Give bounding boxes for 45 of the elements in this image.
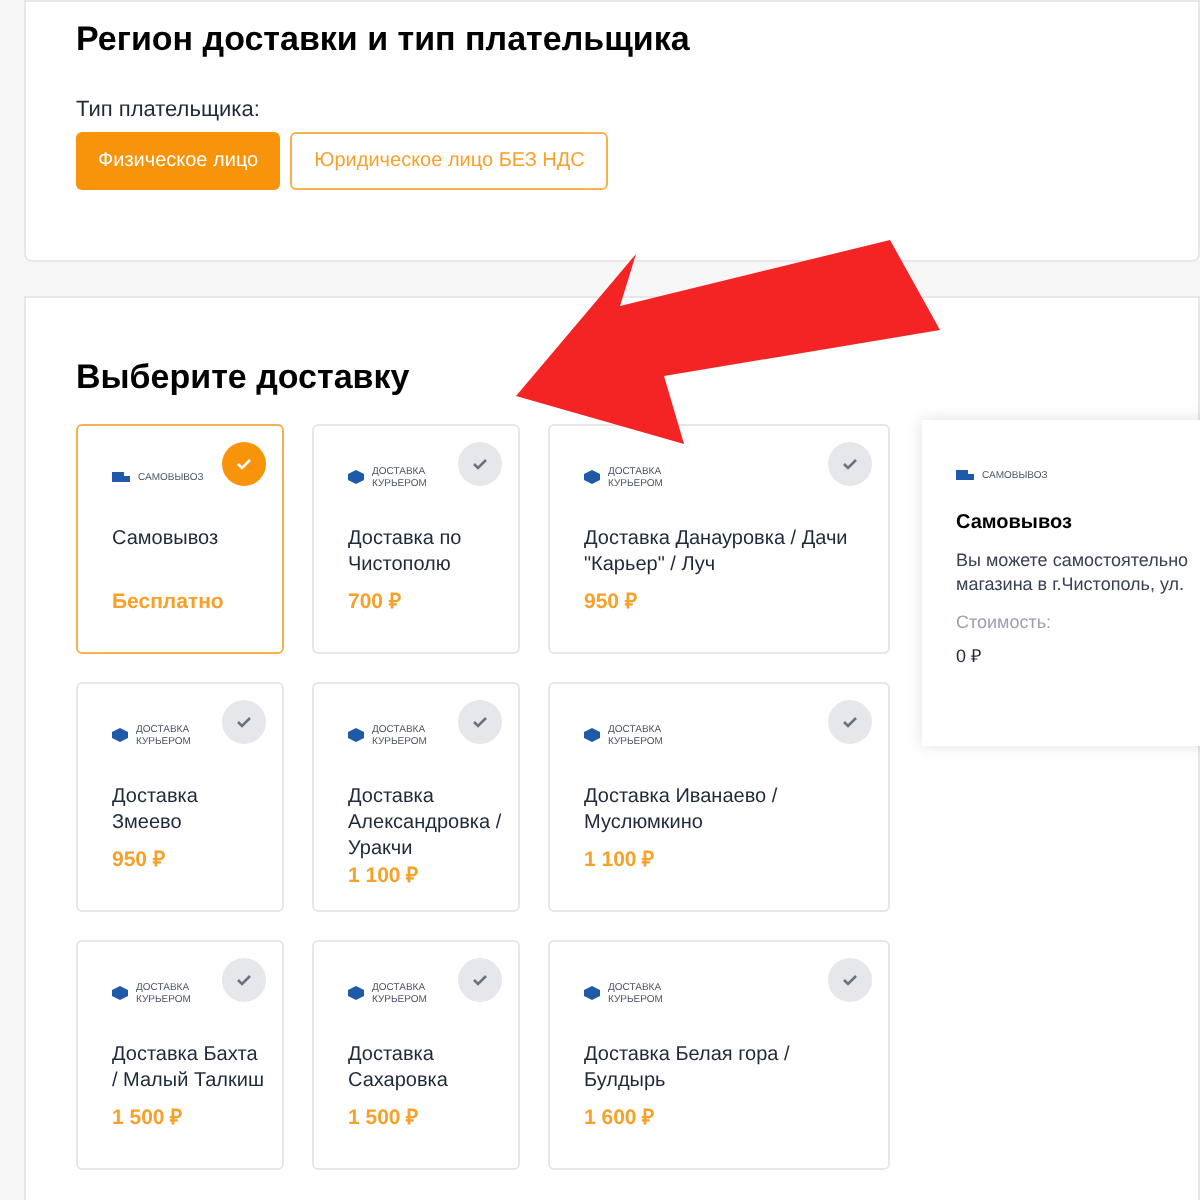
details-title: Самовывоз — [956, 510, 1074, 538]
option-name: Доставка Иванаево / Муслюмкино — [584, 783, 780, 835]
check-icon — [222, 699, 266, 743]
box-icon — [348, 728, 364, 742]
truck-icon — [112, 471, 130, 483]
cost-value: 0 ₽ — [956, 643, 984, 669]
details-text: магазина в г.Чистополь, ул. — [956, 572, 1187, 596]
option-name: Доставка Александровка / Уракчи — [348, 783, 502, 861]
option-price: 1 500 ₽ — [348, 1103, 421, 1134]
option-name: Самовывоз — [112, 525, 221, 551]
option-name: Доставка Змеево — [112, 783, 200, 835]
payer-label: Тип плательщика: — [76, 95, 262, 125]
box-icon — [584, 728, 600, 742]
option-name: Доставка по Чистополю — [348, 525, 464, 577]
box-icon — [584, 986, 600, 1000]
option-price: 1 500 ₽ — [112, 1103, 185, 1134]
option-price: 1 100 ₽ — [584, 845, 657, 876]
option-name: Доставка Данауровка / Дачи "Карьер" / Луч — [584, 525, 850, 577]
box-icon — [348, 986, 364, 1000]
check-icon — [828, 957, 872, 1001]
check-icon — [458, 441, 502, 485]
details-text: Вы можете самостоятельно — [956, 548, 1191, 572]
option-price: 950 ₽ — [584, 587, 639, 618]
option-name: Доставка Бахта / Малый Талкиш — [112, 1041, 266, 1093]
box-icon — [348, 470, 364, 484]
check-icon — [458, 957, 502, 1001]
section-title: Регион доставки и тип плательщика — [76, 18, 692, 62]
box-icon — [584, 470, 600, 484]
check-icon — [222, 957, 266, 1001]
box-icon — [112, 728, 128, 742]
option-name: Доставка Сахаровка — [348, 1041, 450, 1093]
option-price: 1 600 ₽ — [584, 1103, 657, 1134]
option-price: 950 ₽ — [112, 845, 167, 876]
option-name: Доставка Белая гора / Булдырь — [584, 1041, 792, 1093]
option-price: Бесплатно — [112, 587, 226, 618]
cost-label: Стоимость: — [956, 610, 1054, 636]
check-icon — [458, 699, 502, 743]
option-price: 700 ₽ — [348, 587, 403, 618]
section-title: Выберите доставку — [76, 356, 412, 400]
check-icon — [222, 441, 266, 485]
option-price: 1 100 ₽ — [348, 861, 421, 891]
check-icon — [828, 699, 872, 743]
check-icon — [828, 441, 872, 485]
truck-icon — [956, 470, 974, 482]
box-icon — [112, 986, 128, 1000]
